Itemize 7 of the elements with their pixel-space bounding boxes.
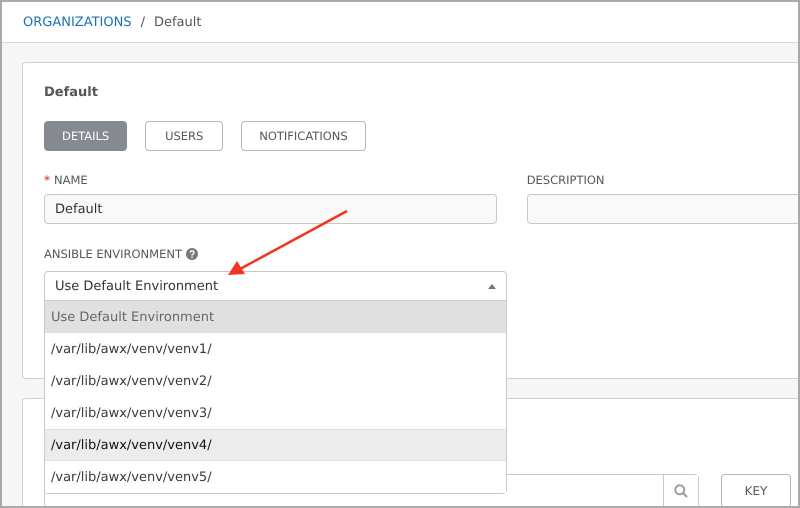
field-label: DESCRIPTION	[526, 173, 605, 187]
card-title: Default	[44, 85, 99, 100]
required-asterisk: *	[44, 173, 50, 187]
field-label: ANSIBLE ENVIRONMENT	[44, 247, 182, 261]
breadcrumb-current: Default	[154, 14, 202, 30]
breadcrumb-separator: /	[140, 14, 145, 30]
field-label: NAME	[54, 173, 88, 187]
